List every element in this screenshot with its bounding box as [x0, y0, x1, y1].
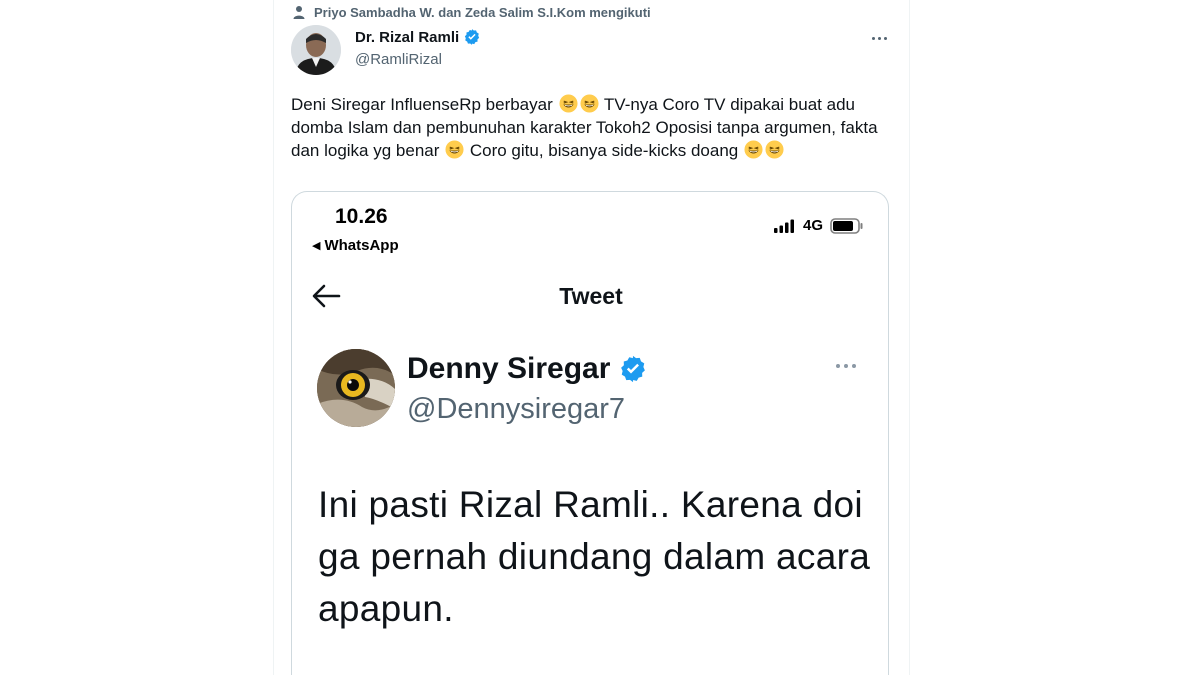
grinning-squinting-face-icon	[445, 140, 464, 159]
author-handle[interactable]: @RamliRizal	[355, 51, 442, 68]
more-dot-icon	[877, 36, 881, 40]
status-bar-indicators: 4G	[773, 217, 864, 234]
nav-title: Tweet	[559, 283, 623, 309]
grinning-squinting-face-icon	[579, 94, 599, 113]
status-bar-back-link: ◀ WhatsApp	[312, 237, 399, 254]
more-options-button[interactable]	[866, 28, 892, 48]
grinning-squinting-face-icon	[558, 94, 578, 113]
avatar[interactable]	[291, 25, 341, 75]
tweet-text-part-3: Coro gitu, bisanya side-kicks doang	[469, 141, 739, 160]
verified-badge-icon	[465, 29, 480, 45]
tweet-nav-bar: Tweet	[292, 277, 888, 317]
social-context: Priyo Sambadha W. dan Zeda Salim S.I.Kom…	[292, 4, 651, 20]
social-context-text[interactable]: Priyo Sambadha W. dan Zeda Salim S.I.Kom…	[314, 5, 651, 20]
inner-more-icon	[836, 364, 856, 368]
more-dot-icon	[844, 364, 848, 368]
more-dot-icon	[836, 364, 840, 368]
tweet-media-image[interactable]: 10.26 ◀ WhatsApp 4G Tweet Denny Siregar …	[291, 191, 889, 675]
network-type: 4G	[802, 217, 823, 234]
back-triangle-icon: ◀	[312, 240, 321, 252]
person-icon	[293, 6, 305, 19]
more-dot-icon	[871, 36, 875, 40]
more-dot-icon	[852, 364, 856, 368]
tweet-text: Deni Siregar InfluenseRp berbayar TV-nya…	[291, 93, 891, 162]
grinning-squinting-face-icon	[765, 140, 784, 159]
signal-icon	[773, 219, 794, 233]
inner-tweet-text: Ini pasti Rizal Ramli.. Karena doi ga pe…	[318, 484, 871, 629]
author-name-row: Dr. Rizal Ramli	[355, 28, 481, 46]
inner-author-name: Denny Siregar	[407, 352, 611, 385]
grinning-squinting-face-icon	[744, 140, 763, 159]
status-bar-back-label: WhatsApp	[324, 237, 399, 254]
battery-icon	[830, 217, 863, 234]
inner-author-handle: @Dennysiregar7	[407, 393, 626, 425]
inner-author-name-row: Denny Siregar	[407, 352, 648, 386]
more-dot-icon	[883, 36, 887, 40]
status-bar-time: 10.26	[335, 205, 388, 228]
author-name[interactable]: Dr. Rizal Ramli	[355, 29, 459, 46]
tweet-text-part-1: Deni Siregar InfluenseRp berbayar	[291, 95, 553, 114]
verified-badge-icon	[621, 355, 646, 383]
inner-avatar	[317, 349, 395, 427]
